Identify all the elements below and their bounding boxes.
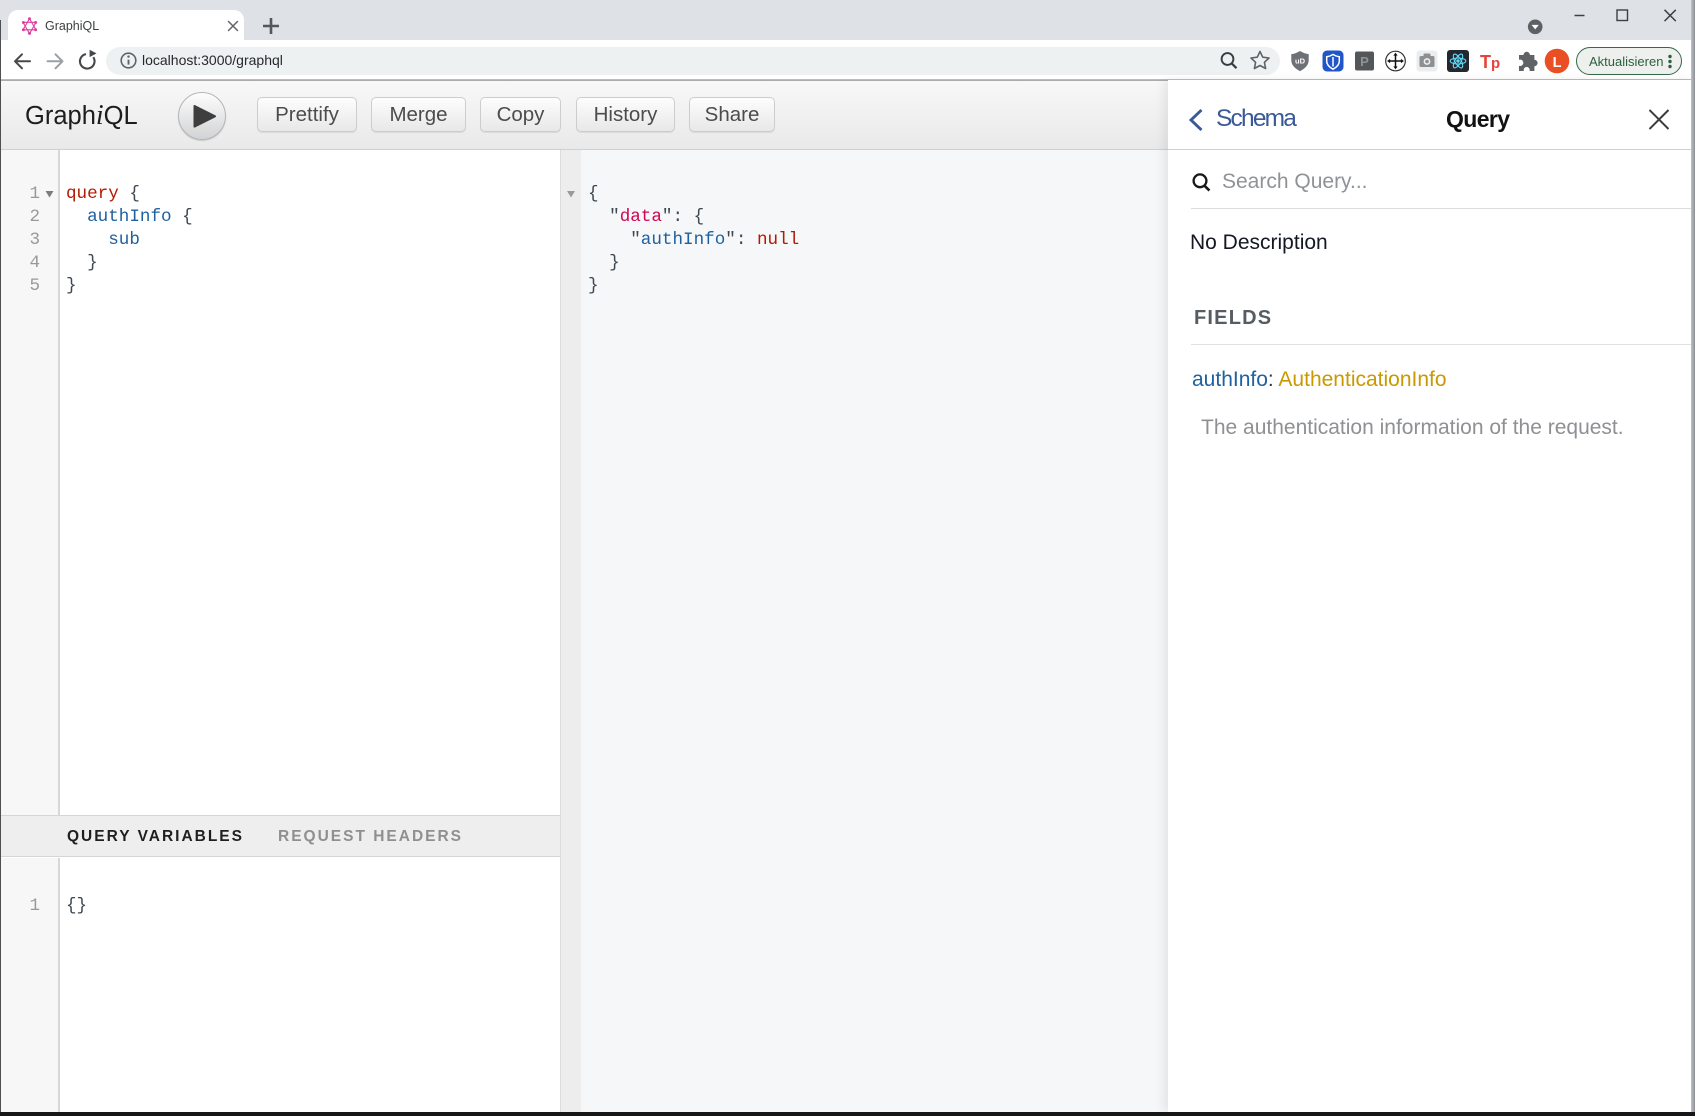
svg-text:L: L xyxy=(1553,55,1562,71)
svg-text:p: p xyxy=(1491,55,1500,72)
svg-text:T: T xyxy=(1480,52,1491,72)
svg-text:uD: uD xyxy=(1295,57,1306,66)
svg-text:P: P xyxy=(1360,54,1369,69)
